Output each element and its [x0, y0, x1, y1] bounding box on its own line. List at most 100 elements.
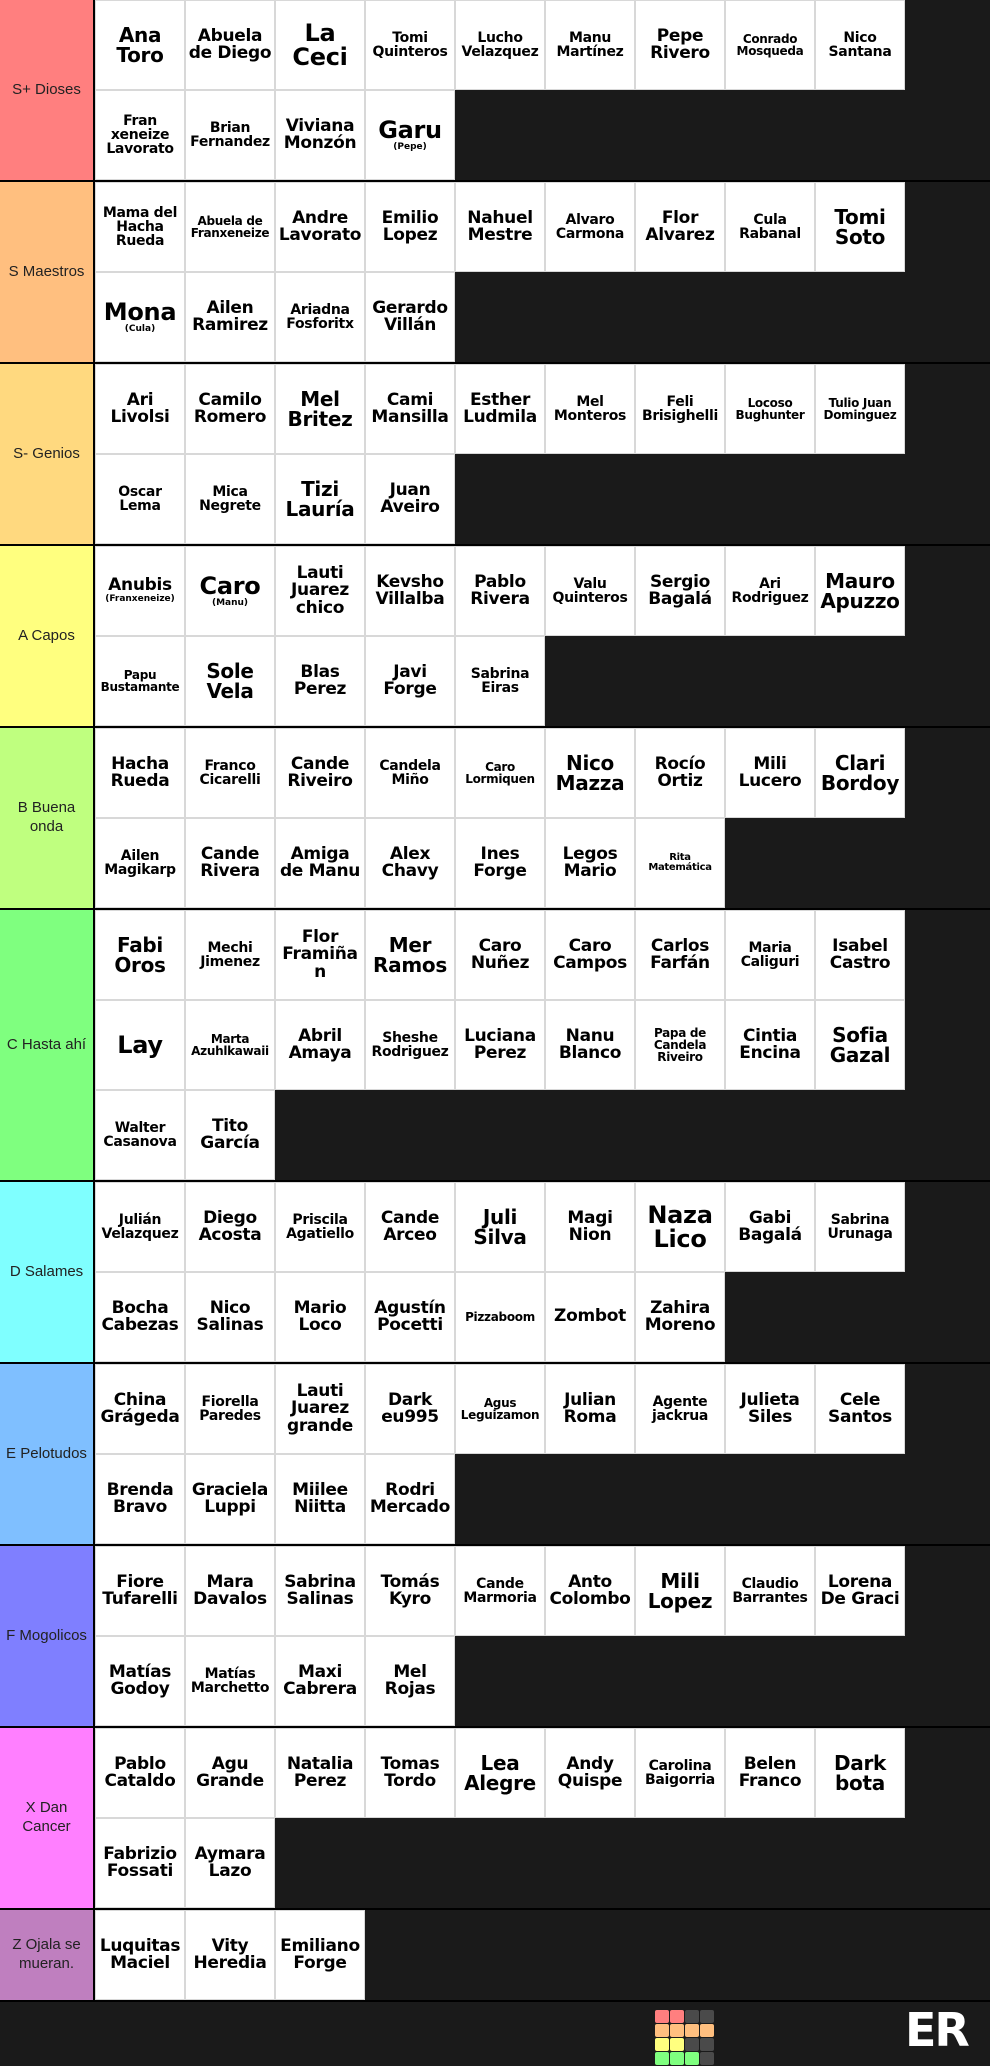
tier-item[interactable]: Agu Grande: [185, 1728, 275, 1818]
tier-item[interactable]: Sole Vela: [185, 636, 275, 726]
tier-item[interactable]: Anto Colombo: [545, 1546, 635, 1636]
tier-item[interactable]: Rita Matemática: [635, 818, 725, 908]
tier-item[interactable]: Papa de Candela Riveiro: [635, 1000, 725, 1090]
tier-item[interactable]: Caro Lormiquen: [455, 728, 545, 818]
tier-item[interactable]: Matías Godoy: [95, 1636, 185, 1726]
tier-item[interactable]: Agustín Pocetti: [365, 1272, 455, 1362]
tier-item[interactable]: Gerardo Villán: [365, 272, 455, 362]
tier-item[interactable]: Nico Santana: [815, 0, 905, 90]
tier-item[interactable]: Mel Monteros: [545, 364, 635, 454]
tier-item[interactable]: Fabrizio Fossati: [95, 1818, 185, 1908]
tier-item[interactable]: Cande Arceo: [365, 1182, 455, 1272]
tier-item[interactable]: Lorena De Graci: [815, 1546, 905, 1636]
tier-item[interactable]: Tizi Lauría: [275, 454, 365, 544]
tier-item[interactable]: Mili Lucero: [725, 728, 815, 818]
tier-item[interactable]: Viviana Monzón: [275, 90, 365, 180]
tier-label[interactable]: S- Genios: [0, 364, 95, 544]
tier-item[interactable]: Valu Quinteros: [545, 546, 635, 636]
tier-item[interactable]: Lauti Juarez chico: [275, 546, 365, 636]
tier-item[interactable]: Gabi Bagalá: [725, 1182, 815, 1272]
tier-item[interactable]: Luquitas Maciel: [95, 1910, 185, 2000]
tier-item[interactable]: Natalia Perez: [275, 1728, 365, 1818]
tier-item[interactable]: Julieta Siles: [725, 1364, 815, 1454]
tier-item[interactable]: Candela Miño: [365, 728, 455, 818]
tier-item[interactable]: Legos Mario: [545, 818, 635, 908]
tier-item[interactable]: Caro Nuñez: [455, 910, 545, 1000]
tier-item[interactable]: La Ceci: [275, 0, 365, 90]
tier-item[interactable]: Mel Britez: [275, 364, 365, 454]
tier-label[interactable]: F Mogolicos: [0, 1546, 95, 1726]
tier-item[interactable]: Tomás Kyro: [365, 1546, 455, 1636]
tier-item[interactable]: Garu (Pepe): [365, 90, 455, 180]
tier-item[interactable]: Claudio Barrantes: [725, 1546, 815, 1636]
tier-label[interactable]: A Capos: [0, 546, 95, 726]
tier-item[interactable]: Naza Lico: [635, 1182, 725, 1272]
tier-item[interactable]: Priscila Agatiello: [275, 1182, 365, 1272]
tier-item[interactable]: Cande Marmoria: [455, 1546, 545, 1636]
tier-item[interactable]: Pablo Cataldo: [95, 1728, 185, 1818]
tier-item[interactable]: Mer Ramos: [365, 910, 455, 1000]
tier-item[interactable]: Rocío Ortiz: [635, 728, 725, 818]
tier-item[interactable]: Flor Alvarez: [635, 182, 725, 272]
tier-label[interactable]: D Salames: [0, 1182, 95, 1362]
tier-item[interactable]: Julian Roma: [545, 1364, 635, 1454]
tier-item[interactable]: Alex Chavy: [365, 818, 455, 908]
tier-label[interactable]: S+ Dioses: [0, 0, 95, 180]
tier-item[interactable]: Vity Heredia: [185, 1910, 275, 2000]
tier-item[interactable]: Pepe Rivero: [635, 0, 725, 90]
tier-item[interactable]: Abuela de Franxeneize: [185, 182, 275, 272]
tier-item[interactable]: Sheshe Rodriguez: [365, 1000, 455, 1090]
tier-item[interactable]: Nahuel Mestre: [455, 182, 545, 272]
tier-item[interactable]: Franco Cicarelli: [185, 728, 275, 818]
tier-item[interactable]: Lea Alegre: [455, 1728, 545, 1818]
tier-item[interactable]: Lucho Velazquez: [455, 0, 545, 90]
tier-item[interactable]: Julián Velazquez: [95, 1182, 185, 1272]
tier-item[interactable]: Fiorella Paredes: [185, 1364, 275, 1454]
tier-item[interactable]: Cele Santos: [815, 1364, 905, 1454]
tier-item[interactable]: Mario Loco: [275, 1272, 365, 1362]
tier-item[interactable]: Mel Rojas: [365, 1636, 455, 1726]
tier-item[interactable]: Conrado Mosqueda: [725, 0, 815, 90]
tier-item[interactable]: Brenda Bravo: [95, 1454, 185, 1544]
tier-item[interactable]: Abril Amaya: [275, 1000, 365, 1090]
tier-item[interactable]: Ailen Ramirez: [185, 272, 275, 362]
tier-item[interactable]: Hacha Rueda: [95, 728, 185, 818]
tier-item[interactable]: Mara Davalos: [185, 1546, 275, 1636]
tier-item[interactable]: Marta Azuhlkawaii: [185, 1000, 275, 1090]
tier-item[interactable]: Blas Perez: [275, 636, 365, 726]
tier-item[interactable]: Sabrina Eiras: [455, 636, 545, 726]
tier-item[interactable]: Carlos Farfán: [635, 910, 725, 1000]
tier-item[interactable]: Kevsho Villalba: [365, 546, 455, 636]
tier-item[interactable]: Andy Quispe: [545, 1728, 635, 1818]
tier-label[interactable]: B Buena onda: [0, 728, 95, 908]
tier-item[interactable]: Fiore Tufarelli: [95, 1546, 185, 1636]
tier-item[interactable]: Tito García: [185, 1090, 275, 1180]
tier-item[interactable]: China Grágeda: [95, 1364, 185, 1454]
tier-item[interactable]: Dark eu995: [365, 1364, 455, 1454]
tier-item[interactable]: Dark bota: [815, 1728, 905, 1818]
tier-item[interactable]: Feli Brisighelli: [635, 364, 725, 454]
tier-label[interactable]: E Pelotudos: [0, 1364, 95, 1544]
tier-item[interactable]: Agus Leguizamon: [455, 1364, 545, 1454]
tier-item[interactable]: Ailen Magikarp: [95, 818, 185, 908]
tier-item[interactable]: Alvaro Carmona: [545, 182, 635, 272]
tier-item[interactable]: Luciana Perez: [455, 1000, 545, 1090]
tier-item[interactable]: Papu Bustamante: [95, 636, 185, 726]
tier-item[interactable]: Bocha Cabezas: [95, 1272, 185, 1362]
tier-item[interactable]: Sofia Gazal: [815, 1000, 905, 1090]
tier-item[interactable]: Mechi Jimenez: [185, 910, 275, 1000]
tier-item[interactable]: Sabrina Salinas: [275, 1546, 365, 1636]
tier-item[interactable]: Maria Caliguri: [725, 910, 815, 1000]
tier-item[interactable]: Ines Forge: [455, 818, 545, 908]
tier-item[interactable]: Andre Lavorato: [275, 182, 365, 272]
tier-item[interactable]: Oscar Lema: [95, 454, 185, 544]
tier-item[interactable]: Cande Riveiro: [275, 728, 365, 818]
tier-item[interactable]: Agente jackrua: [635, 1364, 725, 1454]
tier-item[interactable]: Manu Martínez: [545, 0, 635, 90]
tier-item[interactable]: Ari Livolsi: [95, 364, 185, 454]
tier-item[interactable]: Juli Silva: [455, 1182, 545, 1272]
tier-item[interactable]: Mili Lopez: [635, 1546, 725, 1636]
tier-item[interactable]: Maxi Cabrera: [275, 1636, 365, 1726]
tier-item[interactable]: Fabi Oros: [95, 910, 185, 1000]
tier-item[interactable]: Emilio Lopez: [365, 182, 455, 272]
